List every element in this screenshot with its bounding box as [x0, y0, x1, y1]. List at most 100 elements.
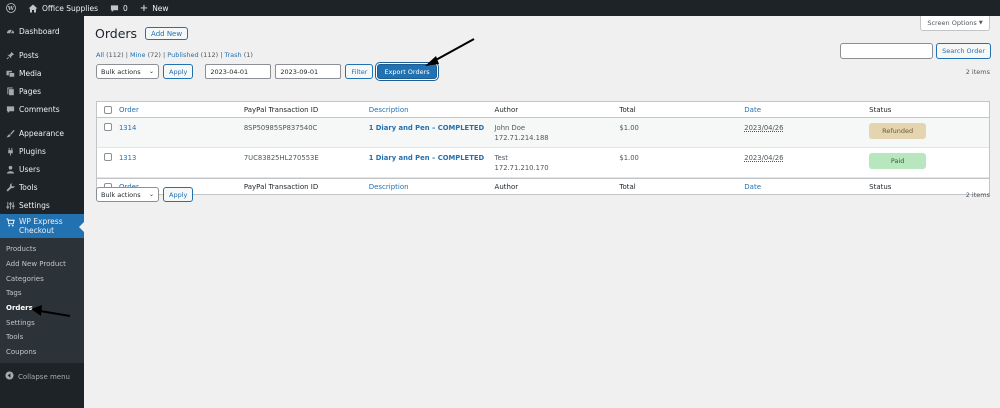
comments-link[interactable]: 0: [104, 0, 134, 16]
search-box: Search Order: [840, 43, 991, 59]
submenu: Products Add New Product Categories Tags…: [0, 238, 84, 363]
menu-dashboard[interactable]: Dashboard: [0, 22, 84, 40]
menu-media[interactable]: Media: [0, 64, 84, 82]
menu-settings[interactable]: Settings: [0, 196, 84, 214]
view-mine-count: (72): [147, 51, 161, 59]
menu-label: Pages: [19, 86, 42, 96]
date-to-input[interactable]: 2023-09-01: [275, 64, 342, 79]
submenu-categories[interactable]: Categories: [0, 271, 84, 286]
comments-count: 0: [123, 3, 128, 13]
view-trash-count: (1): [243, 51, 253, 59]
apply-button[interactable]: Apply: [163, 187, 194, 202]
menu-comments[interactable]: Comments: [0, 100, 84, 118]
submenu-settings[interactable]: Settings: [0, 315, 84, 330]
chevron-down-icon: ⌄: [148, 191, 154, 198]
svg-text:W: W: [7, 6, 15, 12]
menu-wp-express-checkout[interactable]: WP Express Checkout: [0, 214, 84, 238]
site-name: Office Supplies: [42, 3, 99, 13]
plugin-icon: [5, 146, 15, 156]
column-total: Total: [619, 105, 636, 114]
menu-plugins[interactable]: Plugins: [0, 142, 84, 160]
site-name-link[interactable]: Office Supplies: [22, 0, 104, 16]
collapse-icon: [5, 371, 14, 382]
table-row: 1314 8SP50985SP837540C 1 Diary and Pen –…: [97, 118, 989, 148]
order-link[interactable]: 1313: [119, 153, 244, 163]
menu-label: Tools: [19, 182, 38, 192]
media-icon: [5, 68, 15, 78]
apply-button[interactable]: Apply: [163, 64, 194, 79]
view-trash-link[interactable]: Trash: [224, 51, 241, 59]
bulk-actions-select[interactable]: Bulk actions ⌄: [96, 64, 159, 79]
screen-options-label: Screen Options: [927, 19, 977, 27]
menu-posts[interactable]: Posts: [0, 46, 84, 64]
row-checkbox[interactable]: [103, 123, 112, 131]
collapse-label: Collapse menu: [18, 372, 70, 381]
collapse-menu-button[interactable]: Collapse menu: [0, 367, 84, 387]
submenu-orders[interactable]: Orders: [0, 301, 84, 316]
page-title: Orders: [95, 26, 138, 41]
items-count-top: 2 items: [965, 68, 990, 76]
submenu-add-new-product[interactable]: Add New Product: [0, 257, 84, 272]
menu-label: Plugins: [19, 146, 46, 156]
author-cell: John Doe 172.71.214.188: [495, 123, 620, 143]
main-content: Screen Options ▼ Orders Add New All (112…: [84, 16, 1000, 408]
admin-bar: W Office Supplies 0 + New: [0, 0, 1000, 16]
column-author: Author: [494, 182, 519, 191]
author-ip: 172.71.210.170: [494, 164, 549, 172]
total-cell: $1.00: [619, 154, 639, 162]
menu-appearance[interactable]: Appearance: [0, 124, 84, 142]
column-status: Status: [869, 182, 892, 191]
view-published-link[interactable]: Published: [167, 51, 198, 59]
column-total: Total: [619, 182, 636, 191]
chevron-down-icon: ⌄: [148, 68, 154, 75]
view-all-link[interactable]: All: [96, 51, 104, 59]
export-orders-button[interactable]: Export Orders: [377, 64, 437, 79]
status-badge: Paid: [869, 153, 927, 169]
submenu-tags[interactable]: Tags: [0, 286, 84, 301]
column-description[interactable]: Description: [369, 183, 495, 191]
menu-label: Dashboard: [19, 26, 60, 36]
column-txn-id: PayPal Transaction ID: [243, 105, 319, 114]
new-content-link[interactable]: + New: [134, 0, 175, 16]
view-mine-link[interactable]: Mine: [130, 51, 146, 59]
column-date[interactable]: Date: [744, 183, 869, 191]
order-link[interactable]: 1314: [119, 123, 244, 133]
menu-tools[interactable]: Tools: [0, 178, 84, 196]
search-input[interactable]: [840, 43, 934, 59]
description-link[interactable]: 1 Diary and Pen – COMPLETED: [369, 153, 495, 163]
column-order[interactable]: Order: [119, 106, 244, 114]
author-cell: Test 172.71.210.170: [495, 153, 620, 173]
menu-label: Posts: [19, 50, 39, 60]
dashboard-icon: [5, 26, 15, 36]
date-from-input[interactable]: 2023-04-01: [205, 64, 272, 79]
bulk-actions-select[interactable]: Bulk actions ⌄: [96, 187, 159, 202]
search-order-button[interactable]: Search Order: [936, 43, 991, 59]
menu-users[interactable]: Users: [0, 160, 84, 178]
plus-icon: +: [139, 2, 149, 14]
add-new-button[interactable]: Add New: [145, 27, 189, 40]
row-checkbox[interactable]: [103, 153, 112, 161]
table-row: 1313 7UC83825HL270553E 1 Diary and Pen –…: [97, 148, 989, 178]
description-link[interactable]: 1 Diary and Pen – COMPLETED: [369, 123, 495, 133]
txn-id: 7UC83825HL270553E: [243, 154, 319, 162]
select-all-checkbox[interactable]: [103, 105, 112, 114]
user-icon: [5, 164, 15, 174]
wordpress-logo-menu[interactable]: W: [0, 0, 22, 16]
submenu-coupons[interactable]: Coupons: [0, 345, 84, 360]
menu-label: Appearance: [19, 128, 65, 138]
view-filters: All (112) | Mine (72) | Published (112) …: [96, 51, 253, 59]
page-icon: [5, 86, 15, 96]
menu-label-line2: Checkout: [19, 226, 55, 235]
column-description[interactable]: Description: [369, 106, 495, 114]
screen-options-button[interactable]: Screen Options ▼: [920, 16, 990, 31]
menu-pages[interactable]: Pages: [0, 82, 84, 100]
title-row: Orders Add New: [95, 26, 189, 41]
column-status: Status: [869, 105, 892, 114]
filter-button[interactable]: Filter: [345, 64, 374, 79]
wrench-icon: [5, 182, 15, 192]
column-date[interactable]: Date: [744, 106, 869, 114]
submenu-tools[interactable]: Tools: [0, 330, 84, 345]
submenu-products[interactable]: Products: [0, 242, 84, 257]
pin-icon: [5, 50, 15, 60]
status-badge: Refunded: [869, 123, 927, 139]
